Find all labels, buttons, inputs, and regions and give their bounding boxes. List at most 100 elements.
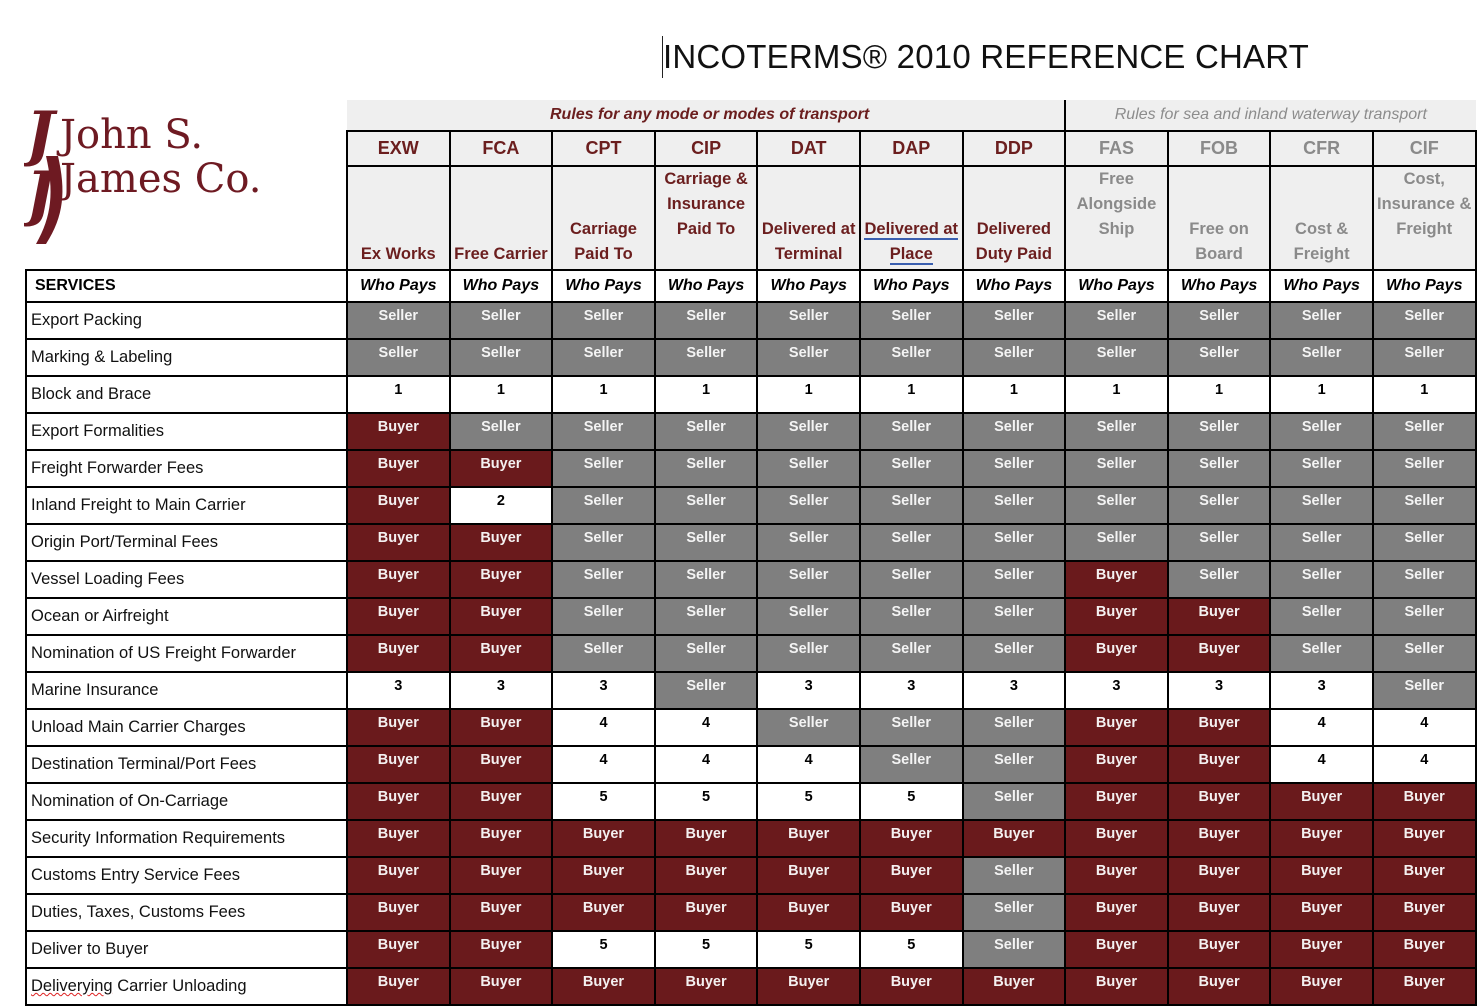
payer-cell-buyer: Buyer [1064,819,1169,858]
payer-cell-seller: Seller [858,486,964,525]
payer-cell-buyer: Buyer [1166,634,1272,673]
payer-cell-seller: Seller [448,338,554,377]
service-label-text: Deliverying Carrier Unloading [31,977,247,995]
payer-cell-seller: Seller [1371,560,1477,599]
payer-cell-seller: Seller [1166,301,1272,340]
payer-cell-buyer: Buyer [1371,893,1477,932]
payer-cell-buyer: Buyer [448,523,554,562]
payer-cell-buyer: Buyer [961,967,1067,1006]
payer-cell-num: 4 [653,745,759,784]
who-pays-header: Who Pays [1269,269,1374,303]
table-row: Vessel Loading Fees Buyer Buyer Seller Selle… [25,560,1477,599]
payer-cell-buyer: Buyer [346,782,451,821]
payer-cell-seller: Seller [1269,486,1374,525]
service-label: Origin Port/Terminal Fees [25,523,348,562]
table-row: Customs Entry Service Fees Buyer Buyer Buye… [25,856,1477,895]
payer-cell-seller: Seller [1269,560,1374,599]
payer-cell-seller: Seller [961,338,1067,377]
service-label: Vessel Loading Fees [25,560,348,599]
term-code-dat: DAT [756,130,861,167]
payer-cell-num: 1 [551,375,656,414]
term-name-text: Delivered at Place [864,220,959,265]
payer-cell-buyer: Buyer [1166,819,1272,858]
payer-cell-buyer: Buyer [1269,856,1374,895]
payer-cell-seller: Seller [653,597,759,636]
table-row: Destination Terminal/Port Fees Buyer Buyer… [25,745,1477,784]
payer-cell-buyer: Buyer [346,597,451,636]
payer-cell-seller: Seller [858,634,964,673]
payer-cell-num: 3 [1064,671,1169,710]
payer-cell-seller: Seller [961,523,1067,562]
payer-cell-seller: Seller [1371,486,1477,525]
who-pays-header: Who Pays [1166,269,1272,303]
payer-cell-buyer: Buyer [448,819,554,858]
service-label: Block and Brace [25,375,348,414]
payer-cell-buyer: Buyer [1371,930,1477,969]
payer-cell-buyer: Buyer [1269,930,1374,969]
payer-cell-seller: Seller [858,708,964,747]
payer-cell-seller: Seller [551,634,656,673]
rule-group-row: Rules for any mode or modes of transport… [26,100,1476,131]
payer-cell-seller: Seller [653,449,759,488]
service-label-text: Marking & Labeling [31,348,173,366]
payer-cell-seller: Seller [653,486,759,525]
term-name-text: Carriage Paid To [570,220,637,263]
payer-cell-seller: Seller [551,523,656,562]
table-row: Deliver to Buyer Buyer Buyer 5 5 5 5 Seller Buye… [25,930,1477,969]
payer-cell-num: 5 [653,782,759,821]
payer-cell-seller: Seller [858,523,964,562]
payer-cell-seller: Seller [1371,523,1477,562]
who-pays-header: Who Pays [756,269,861,303]
payer-cell-seller: Seller [1371,671,1477,710]
payer-cell-buyer: Buyer [858,893,964,932]
payer-cell-buyer: Buyer [346,967,451,1006]
payer-cell-buyer: Buyer [346,819,451,858]
table-row: Origin Port/Terminal Fees Buyer Buyer Selle… [25,523,1477,562]
payer-cell-buyer: Buyer [653,819,759,858]
payer-cell-num: 1 [653,375,759,414]
payer-cell-buyer: Buyer [1166,597,1272,636]
term-name-dap: Delivered at Place [858,165,964,271]
payer-cell-buyer: Buyer [1269,819,1374,858]
service-label-text: Ocean or Airfreight [31,607,169,625]
payer-cell-num: 4 [1269,745,1374,784]
payer-cell-num: 4 [756,745,861,784]
payer-cell-buyer: Buyer [1166,930,1272,969]
incoterms-table: Rules for any mode or modes of transport… [25,100,1477,1006]
payer-cell-num: 3 [1166,671,1272,710]
payer-cell-buyer: Buyer [448,597,554,636]
payer-cell-buyer: Buyer [1064,708,1169,747]
service-label: Nomination of On-Carriage [25,782,348,821]
term-code-ddp: DDP [961,130,1067,167]
who-pays-row: SERVICES Who Pays Who Pays Who Pays Who Pay… [25,269,1477,303]
payer-cell-seller: Seller [756,597,861,636]
service-label: Freight Forwarder Fees [25,449,348,488]
table-row: Nomination of On-Carriage Buyer Buyer 5 5 5 5 S… [25,782,1477,821]
payer-cell-seller: Seller [1269,634,1374,673]
payer-cell-seller: Seller [961,893,1067,932]
who-pays-header: Who Pays [653,269,759,303]
payer-cell-buyer: Buyer [1064,930,1169,969]
service-label: Duties, Taxes, Customs Fees [25,893,348,932]
payer-cell-buyer: Buyer [858,856,964,895]
payer-cell-seller: Seller [756,523,861,562]
payer-cell-num: 1 [346,375,451,414]
payer-cell-num: 1 [756,375,861,414]
term-code-cfr: CFR [1269,130,1374,167]
payer-cell-buyer: Buyer [1064,597,1169,636]
payer-cell-seller: Seller [858,597,964,636]
payer-cell-seller: Seller [1064,412,1169,451]
payer-cell-buyer: Buyer [448,782,554,821]
term-code-fca: FCA [448,130,554,167]
payer-cell-buyer: Buyer [858,819,964,858]
term-code-fob: FOB [1166,130,1272,167]
payer-cell-buyer: Buyer [1371,819,1477,858]
payer-cell-seller: Seller [756,412,861,451]
payer-cell-num: 1 [1269,375,1374,414]
payer-cell-num: 1 [1064,375,1169,414]
payer-cell-buyer: Buyer [961,819,1067,858]
service-label: Destination Terminal/Port Fees [25,745,348,784]
payer-cell-num: 1 [1371,375,1477,414]
payer-cell-num: 2 [448,486,554,525]
payer-cell-seller: Seller [1166,523,1272,562]
